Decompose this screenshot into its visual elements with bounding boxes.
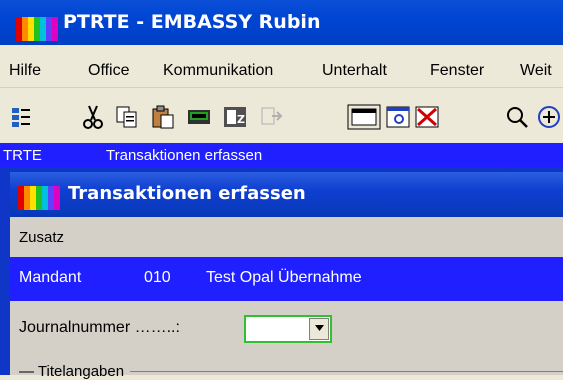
menu-fenster[interactable]: Fenster bbox=[430, 62, 484, 80]
transaction-code: TRTE bbox=[3, 147, 42, 164]
chevron-down-icon bbox=[314, 325, 324, 331]
journal-number-combo[interactable] bbox=[244, 315, 332, 343]
journal-dropdown-button[interactable] bbox=[309, 318, 329, 340]
menu-office[interactable]: Office bbox=[88, 62, 130, 80]
menu-hilfe[interactable]: Hilfe bbox=[9, 62, 41, 80]
section-divider bbox=[130, 371, 563, 372]
zoom-field-icon[interactable]: Z bbox=[222, 104, 248, 130]
keyboard-icon[interactable] bbox=[186, 104, 212, 130]
menu-zusatz[interactable]: Zusatz bbox=[19, 229, 64, 246]
menu-weit[interactable]: Weit bbox=[520, 62, 552, 80]
window-titlebar[interactable]: PTRTE - EMBASSY Rubin bbox=[0, 0, 563, 45]
child-menu-bar: Zusatz bbox=[10, 217, 563, 257]
disabled-export-icon bbox=[258, 104, 284, 130]
child-window-titlebar[interactable]: Transaktionen erfassen bbox=[10, 172, 563, 217]
transaction-status-strip: TRTE Transaktionen erfassen bbox=[0, 143, 563, 167]
app-logo-icon bbox=[16, 13, 60, 41]
close-x-icon[interactable] bbox=[414, 104, 440, 130]
mandant-label: Mandant bbox=[19, 269, 82, 286]
copy-icon[interactable] bbox=[114, 104, 140, 130]
menu-unterhalt[interactable]: Unterhalt bbox=[322, 62, 387, 80]
mandant-name: Test Opal Übernahme bbox=[206, 269, 362, 286]
journal-number-label: Journalnummer ……..: bbox=[19, 319, 180, 336]
child-window-title: Transaktionen erfassen bbox=[68, 183, 306, 204]
child-app-logo-icon bbox=[18, 184, 64, 210]
preview-icon[interactable] bbox=[385, 104, 411, 130]
search-icon[interactable] bbox=[504, 104, 530, 130]
window-title: PTRTE - EMBASSY Rubin bbox=[63, 11, 321, 33]
cut-icon[interactable] bbox=[80, 104, 106, 130]
form-content: Journalnummer ……..: — Titelangaben bbox=[10, 301, 563, 380]
add-icon[interactable] bbox=[536, 104, 562, 130]
toolbar: Z bbox=[0, 88, 563, 143]
transaction-description: Transaktionen erfassen bbox=[106, 147, 263, 164]
paste-icon[interactable] bbox=[150, 104, 176, 130]
svg-text:Z: Z bbox=[237, 113, 245, 126]
mandant-number: 010 bbox=[144, 269, 171, 286]
mandant-bar: Mandant 010 Test Opal Übernahme bbox=[10, 257, 563, 301]
window-icon[interactable] bbox=[347, 104, 381, 130]
menu-kommunikation[interactable]: Kommunikation bbox=[163, 62, 273, 80]
menu-bar: Hilfe Office Kommunikation Unterhalt Fen… bbox=[0, 45, 563, 88]
tree-view-icon[interactable] bbox=[8, 104, 34, 130]
section-titelangaben-label: — Titelangaben bbox=[19, 363, 125, 380]
